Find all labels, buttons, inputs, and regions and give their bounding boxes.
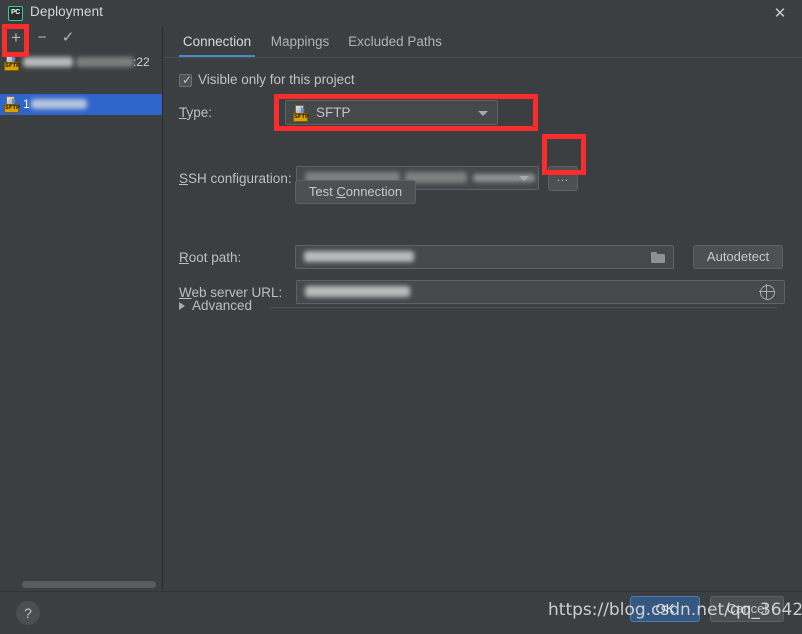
server-list: SFTP :22 SFTP 1: [0, 52, 162, 562]
visible-only-checkbox-label: Visible only for this project: [198, 72, 355, 87]
sftp-tag-label: SFTP: [4, 104, 20, 113]
root-path-value-redacted: [304, 251, 414, 262]
pycharm-logo-icon: PC: [8, 6, 23, 21]
sftp-tag-label: SFTP: [4, 62, 20, 71]
help-button[interactable]: ?: [16, 601, 40, 625]
tab-excluded-paths[interactable]: Excluded Paths: [343, 26, 447, 57]
chevron-right-icon[interactable]: [179, 302, 185, 310]
tab-connection-label: Connection: [182, 34, 252, 49]
autodetect-button[interactable]: Autodetect: [693, 245, 783, 269]
connection-settings-panel: Connection Mappings Excluded Paths ✓ Vis…: [163, 26, 802, 591]
server-port-label: :22: [133, 55, 150, 69]
tab-excluded-paths-label: Excluded Paths: [348, 34, 442, 49]
visible-only-checkbox[interactable]: ✓: [179, 73, 193, 87]
server-list-toolbar: + − ✓: [0, 26, 163, 50]
server-name-redacted: [31, 99, 87, 109]
advanced-section-header[interactable]: Advanced: [179, 298, 789, 316]
window-title: Deployment: [30, 4, 104, 19]
type-combo-value: SFTP: [316, 104, 351, 120]
list-item[interactable]: SFTP 1: [0, 94, 162, 115]
chevron-down-icon: [478, 110, 488, 116]
server-host-redacted: [76, 57, 134, 67]
set-default-server-button[interactable]: ✓: [57, 28, 79, 48]
cancel-button[interactable]: Cancel: [710, 596, 784, 622]
list-item[interactable]: SFTP :22: [0, 52, 162, 73]
test-connection-button[interactable]: Test Connection: [295, 180, 416, 204]
tabs-divider: [163, 57, 802, 58]
title-bar: PC Deployment ✕: [0, 0, 802, 26]
sftp-icon: SFTP: [4, 54, 21, 71]
scrollbar-thumb[interactable]: [22, 581, 156, 588]
web-server-url-value-redacted: [305, 286, 410, 297]
ssh-configuration-label: SSH configuration:: [179, 171, 292, 186]
server-list-hscrollbar[interactable]: [0, 577, 162, 591]
server-name-redacted: [23, 57, 73, 67]
type-label: Type:: [179, 105, 213, 120]
test-connection-label-part1: Test: [308, 184, 337, 199]
root-path-input[interactable]: [295, 245, 674, 269]
sftp-icon: SFTP: [4, 96, 21, 113]
advanced-separator: [269, 307, 777, 308]
folder-icon[interactable]: [651, 252, 665, 264]
sftp-icon: SFTP: [293, 105, 310, 122]
type-label-rest: ype:: [186, 105, 213, 120]
ok-button[interactable]: OK: [630, 596, 700, 622]
ssh-configuration-browse-button[interactable]: ...: [548, 166, 578, 191]
remove-server-button[interactable]: −: [31, 28, 53, 48]
sftp-tag-label: SFTP: [293, 113, 309, 122]
tab-mappings-label: Mappings: [270, 34, 330, 49]
advanced-label: Advanced: [192, 298, 253, 313]
deployment-server-list-panel: + − ✓ SFTP :22 SFTP 1: [0, 26, 163, 591]
deployment-dialog: PC Deployment ✕ + − ✓ SFTP :22 SFTP 1 Co…: [0, 0, 802, 634]
root-path-label: Root path:: [179, 250, 242, 265]
close-icon[interactable]: ✕: [772, 6, 788, 22]
type-combo[interactable]: SFTP SFTP: [285, 100, 498, 125]
tab-connection[interactable]: Connection: [179, 26, 255, 57]
server-index-label: 1: [23, 97, 30, 111]
test-connection-label-part2: onnection: [345, 184, 403, 199]
root-path-label-rest: oot path:: [188, 250, 242, 265]
chevron-down-icon: [519, 176, 529, 181]
add-server-button[interactable]: +: [5, 28, 27, 48]
ssh-configuration-label-rest: SH configuration:: [188, 171, 292, 186]
check-icon: ✓: [182, 73, 193, 87]
settings-tabs: Connection Mappings Excluded Paths: [163, 26, 802, 58]
tab-mappings[interactable]: Mappings: [267, 26, 333, 57]
